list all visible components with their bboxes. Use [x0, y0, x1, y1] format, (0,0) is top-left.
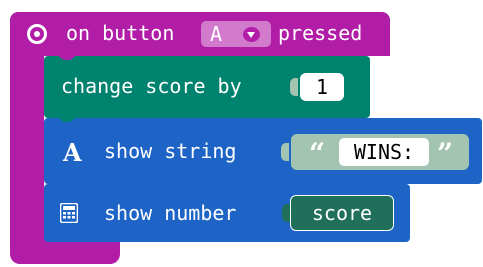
button-dropdown-value: A: [210, 22, 223, 46]
string-text-input[interactable]: WINS:: [339, 138, 429, 166]
block-notch: [58, 179, 76, 188]
button-dropdown[interactable]: A: [201, 21, 271, 47]
event-prefix-label: on button: [66, 21, 175, 45]
change-score-label: change score by: [61, 74, 242, 98]
event-suffix-label: pressed: [278, 21, 363, 45]
string-input-wrapper[interactable]: “ WINS: ”: [291, 134, 469, 170]
event-block-side: [10, 50, 44, 250]
radio-button-icon: [27, 24, 47, 44]
show-string-label: show string: [104, 139, 237, 163]
chevron-down-icon: [243, 27, 260, 42]
show-number-block[interactable]: show number score: [44, 179, 410, 242]
block-notch: [58, 113, 76, 122]
block-notch: [58, 51, 76, 60]
letter-a-icon: A: [63, 138, 82, 167]
show-number-label: show number: [104, 201, 237, 225]
change-score-block[interactable]: change score by 1: [44, 51, 370, 118]
show-string-block[interactable]: A show string “ WINS: ”: [44, 113, 482, 184]
change-amount-input[interactable]: 1: [300, 73, 344, 101]
close-quote-icon: ”: [437, 137, 454, 170]
input-socket: [281, 143, 289, 161]
score-variable-reporter[interactable]: score: [290, 195, 394, 231]
open-quote-icon: “: [309, 137, 326, 170]
input-socket: [290, 78, 298, 96]
calculator-icon: [60, 203, 78, 223]
input-socket: [282, 204, 290, 222]
